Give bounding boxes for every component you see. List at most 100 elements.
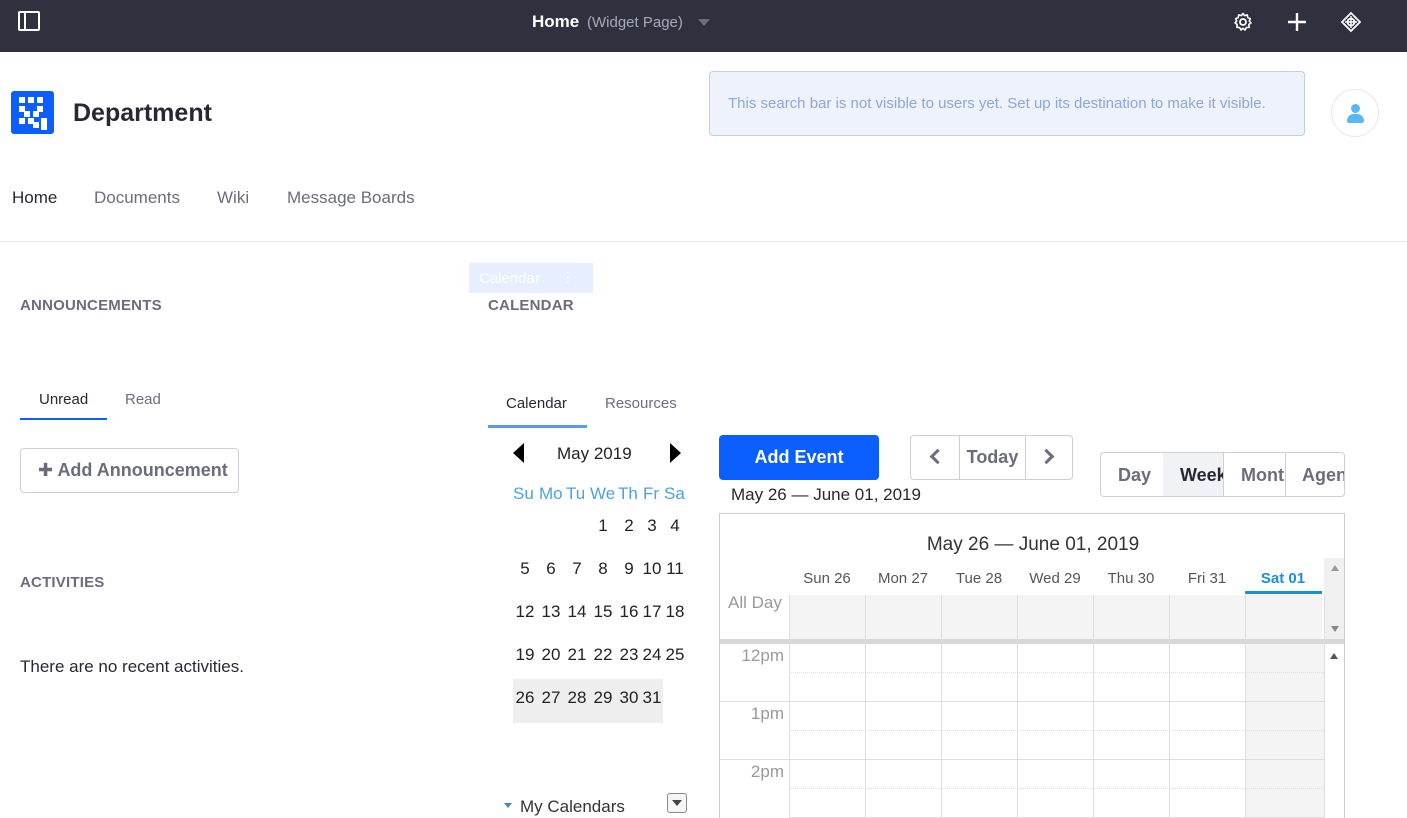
active-tab-indicator [20, 418, 107, 420]
mini-calendar-day[interactable]: 14 [564, 602, 590, 622]
week-scheduler: May 26 — June 01, 2019 Sun 26 Mon 27 Tue 2… [719, 513, 1345, 818]
active-tab-indicator [488, 425, 587, 428]
mini-calendar-day[interactable]: 5 [512, 559, 538, 579]
mini-calendar-day[interactable]: 28 [564, 688, 590, 708]
prev-month-icon[interactable] [513, 443, 524, 463]
all-day-scrollbar[interactable] [1324, 558, 1344, 640]
portlet-topper-label: Calendar [479, 270, 540, 287]
grid-column-line [789, 595, 790, 818]
activities-title: ACTIVITIES [20, 574, 105, 591]
hour-line [720, 701, 1324, 702]
mini-calendar-day[interactable]: 20 [538, 645, 564, 665]
weekday-header: Mo [539, 484, 563, 503]
mini-calendar-day[interactable]: 8 [590, 559, 616, 579]
grid-row-line [789, 730, 1324, 731]
grid-row-line [789, 788, 1324, 789]
hour-line [720, 759, 1324, 760]
page-title: Home [532, 12, 580, 31]
mini-calendar-day[interactable]: 29 [590, 688, 616, 708]
plus-icon: ✚ [38, 460, 54, 480]
grid-row-line [789, 672, 1324, 673]
sidebar-toggle-icon[interactable] [18, 11, 40, 31]
scroll-up-icon[interactable] [1331, 565, 1339, 571]
day-column-header[interactable]: Wed 29 [1017, 570, 1093, 587]
tab-unread[interactable]: Unread [39, 391, 88, 408]
mini-calendar-day[interactable]: 31 [639, 688, 665, 708]
view-agenda-button[interactable]: Agen [1286, 453, 1344, 496]
mini-calendar-day[interactable]: 19 [512, 645, 538, 665]
mini-calendar-day[interactable]: 22 [590, 645, 616, 665]
prev-period-button[interactable] [911, 436, 960, 479]
all-day-row[interactable] [789, 595, 1322, 640]
simulation-icon[interactable] [1340, 11, 1362, 33]
options-icon[interactable]: ⋮ [561, 269, 575, 286]
nav-item-message-boards[interactable]: Message Boards [287, 188, 415, 208]
mini-calendar-day[interactable]: 15 [590, 602, 616, 622]
plus-icon[interactable] [1286, 11, 1308, 33]
announcements-title: ANNOUNCEMENTS [20, 297, 162, 314]
day-column-header[interactable]: Sun 26 [789, 570, 865, 587]
mini-calendar-day[interactable]: 7 [564, 559, 590, 579]
view-week-button[interactable]: Week [1163, 453, 1224, 496]
nav-item-documents[interactable]: Documents [94, 188, 180, 208]
grid-column-line [941, 595, 942, 818]
my-calendars-toggle[interactable]: My Calendars [504, 797, 625, 817]
all-day-label: All Day [728, 593, 782, 612]
day-column-header[interactable]: Thu 30 [1093, 570, 1169, 587]
mini-calendar-day[interactable]: 11 [662, 559, 688, 579]
mini-calendar-day[interactable]: 12 [512, 602, 538, 622]
mini-calendar-day[interactable]: 25 [662, 645, 688, 665]
site-logo[interactable] [11, 91, 54, 134]
portlet-topper[interactable]: Calendar ⋮ [469, 263, 593, 293]
tab-resources[interactable]: Resources [605, 395, 677, 412]
grid-column-line [865, 595, 866, 818]
add-announcement-label: Add Announcement [57, 460, 228, 480]
weekday-header: Sa [664, 484, 685, 503]
user-icon [1351, 104, 1360, 113]
day-column-header[interactable]: Tue 28 [941, 570, 1017, 587]
view-day-button[interactable]: Day [1101, 453, 1164, 496]
tab-read[interactable]: Read [125, 391, 161, 408]
page-type-label: (Widget Page) [587, 14, 683, 31]
next-month-icon[interactable] [670, 443, 681, 463]
today-button[interactable]: Today [960, 436, 1026, 479]
mini-calendar-day[interactable]: 6 [538, 559, 564, 579]
tab-calendar[interactable]: Calendar [506, 395, 567, 412]
mini-calendar-day[interactable]: 26 [512, 688, 538, 708]
mini-calendar-day[interactable]: 13 [538, 602, 564, 622]
weekday-header: Su [513, 484, 534, 503]
scroll-down-icon[interactable] [1331, 626, 1339, 632]
weekday-header: Tu [566, 484, 586, 503]
mini-calendar-day[interactable]: 21 [564, 645, 590, 665]
user-avatar[interactable] [1331, 89, 1379, 137]
mini-calendar-day[interactable]: 1 [590, 516, 616, 536]
view-month-button[interactable]: Mont [1224, 453, 1286, 496]
search-bar-notice: This search bar is not visible to users … [709, 71, 1305, 136]
add-event-button[interactable]: Add Event [719, 435, 879, 480]
mini-calendar-day[interactable]: 27 [538, 688, 564, 708]
grid-column-line [1169, 595, 1170, 818]
my-calendars-menu-button[interactable] [667, 793, 687, 813]
date-range-label: May 26 — June 01, 2019 [731, 485, 921, 504]
day-column-header[interactable]: Mon 27 [865, 570, 941, 587]
day-column-header[interactable]: Fri 31 [1169, 570, 1245, 587]
activities-empty-message: There are no recent activities. [20, 657, 244, 676]
caret-down-icon[interactable] [698, 19, 710, 26]
add-announcement-button[interactable]: ✚ Add Announcement [20, 448, 239, 493]
view-switcher: Day Week Mont Agen [1100, 452, 1345, 497]
next-period-button[interactable] [1026, 436, 1073, 479]
nav-item-wiki[interactable]: Wiki [217, 188, 249, 208]
gear-icon[interactable] [1232, 11, 1254, 33]
mini-calendar-day[interactable]: 4 [662, 516, 688, 536]
time-label: 2pm [750, 762, 784, 781]
scroll-up-icon[interactable] [1330, 653, 1338, 659]
my-calendars-label: My Calendars [520, 797, 625, 816]
nav-item-home[interactable]: Home [12, 188, 57, 208]
caret-down-icon [504, 803, 512, 809]
grid-column-line [1245, 595, 1246, 818]
day-column-header[interactable]: Sat 01 [1245, 570, 1321, 587]
mini-calendar-day[interactable]: 18 [662, 602, 688, 622]
mini-calendar-month: May 2019 [557, 444, 632, 463]
calendar-title: CALENDAR [488, 297, 574, 314]
site-name[interactable]: Department [73, 99, 212, 128]
